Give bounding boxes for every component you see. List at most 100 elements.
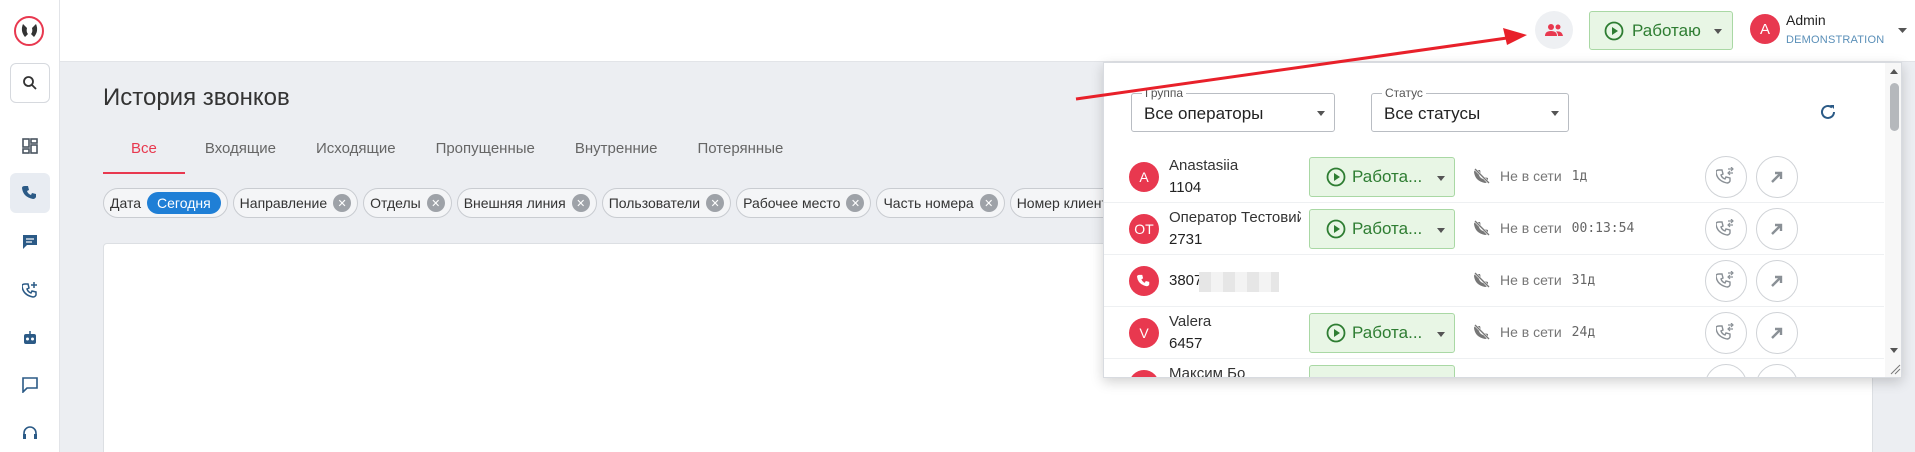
chevron-down-icon bbox=[1551, 111, 1559, 116]
remove-filter-icon[interactable]: ✕ bbox=[979, 194, 998, 212]
operator-status-dropdown[interactable]: Работа... bbox=[1309, 157, 1455, 197]
filter-chip-label: Направление bbox=[239, 195, 328, 211]
scrollbar-thumb[interactable] bbox=[1890, 83, 1899, 131]
remove-filter-icon[interactable]: ✕ bbox=[846, 194, 865, 212]
operator-extension: 6457 bbox=[1169, 335, 1203, 352]
call-operator-button[interactable] bbox=[1756, 208, 1798, 250]
page-title: История звонков bbox=[103, 84, 290, 111]
panel-scrollbar[interactable] bbox=[1885, 63, 1902, 377]
operator-status-dropdown[interactable]: Работа... bbox=[1309, 313, 1455, 353]
operator-presence: Не в сети 24д bbox=[1474, 324, 1595, 340]
call-operator-button[interactable] bbox=[1756, 364, 1798, 377]
remove-filter-icon[interactable]: ✕ bbox=[426, 194, 445, 212]
sidebar bbox=[0, 0, 60, 452]
my-status-label: Работаю bbox=[1632, 20, 1701, 40]
filter-chip-label: Пользователи bbox=[608, 195, 701, 211]
call-arrow-icon bbox=[1771, 171, 1783, 183]
call-operator-button[interactable] bbox=[1756, 156, 1798, 198]
call-arrow-icon bbox=[1771, 275, 1783, 287]
presence-duration: 24д bbox=[1571, 324, 1596, 340]
transfer-call-button[interactable] bbox=[1705, 156, 1747, 198]
operator-status-label: Работа... bbox=[1352, 323, 1423, 342]
filter-chip-external-line[interactable]: Внешняя линия ✕ bbox=[456, 188, 597, 218]
call-operator-button[interactable] bbox=[1756, 260, 1798, 302]
presence-duration: 1д bbox=[1571, 168, 1588, 184]
tab-internal[interactable]: Внутренние bbox=[555, 128, 678, 174]
play-circle-icon bbox=[1326, 167, 1346, 187]
call-operator-button[interactable] bbox=[1756, 312, 1798, 354]
status-select-label: Статус bbox=[1382, 86, 1426, 100]
filter-chips: Дата Сегодня Направление ✕ Отделы ✕ Внешня… bbox=[103, 188, 1103, 218]
app-logo[interactable] bbox=[12, 14, 46, 48]
sidebar-item-messages[interactable] bbox=[10, 365, 50, 405]
remove-filter-icon[interactable]: ✕ bbox=[706, 194, 725, 212]
sidebar-item-chats[interactable] bbox=[10, 222, 50, 262]
transfer-call-button[interactable] bbox=[1705, 364, 1747, 377]
redacted-number bbox=[1199, 272, 1279, 292]
remove-filter-icon[interactable]: ✕ bbox=[571, 194, 590, 212]
filter-chip-departments[interactable]: Отделы ✕ bbox=[363, 188, 452, 218]
transfer-call-button[interactable] bbox=[1705, 260, 1747, 302]
refresh-button[interactable] bbox=[1815, 99, 1841, 125]
transfer-call-button[interactable] bbox=[1705, 208, 1747, 250]
phone-add-icon bbox=[22, 282, 37, 298]
operators-panel-button[interactable] bbox=[1535, 11, 1573, 49]
user-name[interactable]: Admin bbox=[1786, 12, 1826, 28]
group-select-value: Все операторы bbox=[1144, 104, 1264, 123]
filter-chip-users[interactable]: Пользователи ✕ bbox=[601, 188, 732, 218]
phone-off-icon bbox=[1474, 272, 1490, 288]
filter-chip-workplace[interactable]: Рабочее место ✕ bbox=[736, 188, 872, 218]
filter-chip-date[interactable]: Дата Сегодня bbox=[103, 188, 228, 218]
operators-panel: Группа Все операторы Статус Все статусы … bbox=[1103, 62, 1902, 378]
play-circle-icon bbox=[1326, 323, 1346, 343]
remove-filter-icon[interactable]: ✕ bbox=[333, 194, 352, 212]
tab-incoming[interactable]: Входящие bbox=[185, 128, 296, 174]
scroll-up-icon[interactable] bbox=[1885, 65, 1902, 77]
operator-status-dropdown[interactable]: Работа... bbox=[1309, 209, 1455, 249]
sidebar-item-support[interactable] bbox=[10, 413, 50, 452]
filter-chip-direction[interactable]: Направление ✕ bbox=[232, 188, 359, 218]
sidebar-item-dashboard[interactable] bbox=[10, 126, 50, 166]
chevron-down-icon bbox=[1437, 332, 1445, 337]
filter-chip-number-part[interactable]: Часть номера ✕ bbox=[876, 188, 1005, 218]
filter-chip-value[interactable]: Сегодня bbox=[147, 192, 221, 214]
user-menu-chevron-icon[interactable] bbox=[1898, 28, 1907, 33]
call-arrow-icon bbox=[1771, 223, 1783, 235]
operator-status-dropdown[interactable] bbox=[1309, 365, 1455, 377]
people-icon bbox=[1545, 24, 1563, 36]
sidebar-search-button[interactable] bbox=[10, 63, 50, 103]
sidebar-item-bot[interactable] bbox=[10, 318, 50, 358]
my-status-dropdown[interactable]: Работаю bbox=[1589, 11, 1733, 50]
sidebar-item-calls[interactable] bbox=[10, 173, 50, 213]
tab-lost[interactable]: Потерянные bbox=[678, 128, 804, 174]
tab-missed[interactable]: Пропущенные bbox=[416, 128, 555, 174]
presence-label: Не в сети bbox=[1500, 324, 1562, 340]
sidebar-item-add-call[interactable] bbox=[10, 270, 50, 310]
phone-icon bbox=[22, 186, 36, 199]
operator-status-label: Работа... bbox=[1352, 167, 1423, 186]
operator-row: 3807 Не в сети 31д bbox=[1104, 255, 1884, 307]
filter-chip-label: Рабочее место bbox=[743, 195, 841, 211]
operators-list: A Anastasiia 1104 Работа... Не в сети 1д… bbox=[1104, 151, 1884, 377]
tab-outgoing[interactable]: Исходящие bbox=[296, 128, 416, 174]
group-select[interactable]: Группа Все операторы bbox=[1131, 86, 1335, 132]
user-avatar[interactable]: A bbox=[1750, 14, 1780, 44]
tab-all[interactable]: Все bbox=[103, 128, 185, 174]
operator-number: 3807 bbox=[1169, 272, 1203, 289]
chevron-down-icon bbox=[1437, 176, 1445, 181]
status-select[interactable]: Статус Все статусы bbox=[1371, 86, 1569, 132]
transfer-call-button[interactable] bbox=[1705, 312, 1747, 354]
operator-extension: 2731 bbox=[1169, 231, 1203, 248]
resize-handle-icon[interactable] bbox=[1889, 363, 1901, 375]
chevron-down-icon bbox=[1317, 111, 1325, 116]
play-circle-icon bbox=[1604, 21, 1624, 40]
operator-avatar bbox=[1129, 266, 1159, 296]
presence-duration: 31д bbox=[1571, 272, 1596, 288]
operator-row: Максим Бо bbox=[1104, 359, 1884, 377]
filter-chip-client-number[interactable]: Номер клиента bbox=[1009, 188, 1103, 218]
scroll-down-icon[interactable] bbox=[1885, 345, 1902, 357]
phone-transfer-icon bbox=[1716, 167, 1734, 184]
presence-label: Не в сети bbox=[1500, 272, 1562, 288]
group-select-label: Группа bbox=[1142, 86, 1187, 100]
presence-label: Не в сети bbox=[1500, 220, 1562, 236]
